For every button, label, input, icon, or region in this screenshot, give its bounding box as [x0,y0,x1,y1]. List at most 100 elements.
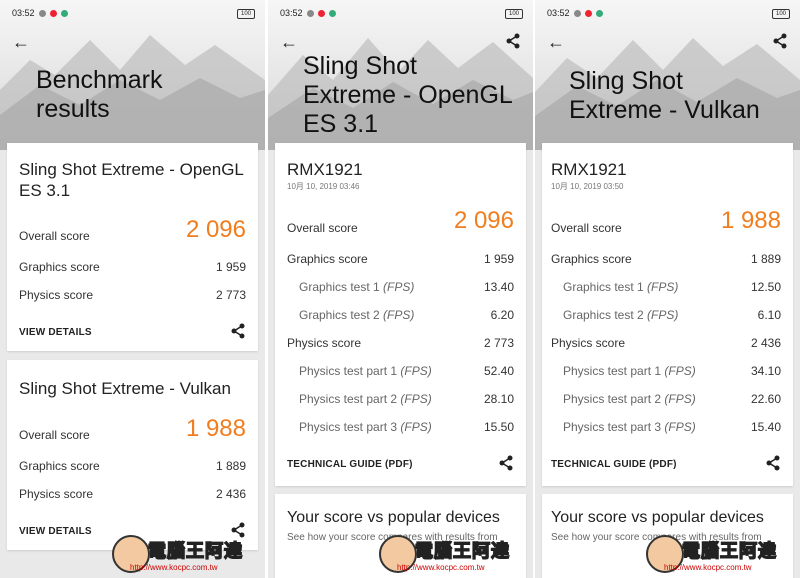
physics-test-3-label: Physics test part 3 (FPS) [563,420,696,434]
result-card-vulkan[interactable]: Sling Shot Extreme - Vulkan Overall scor… [7,360,258,550]
score-details-card: RMX1921 10月 10, 2019 03:46 Overall score… [275,143,526,486]
status-time: 03:52 [280,8,303,18]
view-details-link[interactable]: VIEW DETAILS [19,327,92,338]
popular-devices-title: Your score vs popular devices [287,509,500,526]
watermark-text: 電腦王阿達 [681,540,777,561]
overall-score-label: Overall score [19,229,90,243]
graphics-test-2-value: 6.10 [757,308,781,322]
physics-test-2-label: Physics test part 2 (FPS) [299,392,432,406]
page-title-line2: results [36,95,110,123]
graphics-score-value: 1 889 [750,252,781,266]
overall-score-value: 1 988 [185,415,246,442]
share-icon[interactable] [505,33,521,49]
notification-icon [49,9,57,17]
overall-score-label: Overall score [551,221,622,235]
card-title-line1: Sling Shot Extreme - OpenGL [19,160,244,179]
graphics-score-label: Graphics score [19,459,100,473]
graphics-test-2-label: Graphics test 2 (FPS) [299,308,415,322]
watermark-text: 電腦王阿達 [414,540,510,561]
watermark-url: http://www.kocpc.com.tw [664,563,752,572]
watermark-url: http://www.kocpc.com.tw [397,563,485,572]
play-icon [328,9,336,17]
page-title: Sling Shot Extreme - Vulkan [569,67,760,125]
wifi-icon [306,9,314,17]
graphics-score-value: 1 959 [215,260,246,274]
watermark-url: http://www.kocpc.com.tw [130,563,218,572]
wifi-icon [573,9,581,17]
share-icon[interactable] [772,33,788,49]
status-bar: 03:52 [547,8,603,18]
watermark: 電腦王阿達 http://www.kocpc.com.tw [646,535,796,575]
graphics-test-2-value: 6.20 [490,308,514,322]
technical-guide-link[interactable]: TECHNICAL GUIDE (PDF) [287,459,413,470]
view-details-link[interactable]: VIEW DETAILS [19,526,92,537]
page-title-line2: Extreme - Vulkan [569,96,760,124]
card-title-line2: ES 3.1 [19,181,71,200]
page-title: Benchmark results [36,66,162,124]
card-title: Sling Shot Extreme - OpenGL ES 3.1 [19,159,244,201]
watermark: 電腦王阿達 http://www.kocpc.com.tw [112,535,262,575]
physics-score-value: 2 436 [750,336,781,350]
share-icon[interactable] [230,323,246,339]
physics-test-1-label: Physics test part 1 (FPS) [563,364,696,378]
screen-vulkan-details: 03:52 100 ← Sling Shot Extreme - Vulkan … [535,0,800,578]
graphics-score-label: Graphics score [19,260,100,274]
notification-icon [584,9,592,17]
graphics-test-1-label: Graphics test 1 (FPS) [563,280,679,294]
overall-score-value: 2 096 [453,207,514,234]
screen-opengl-details: 03:52 100 ← Sling Shot Extreme - OpenGL … [268,0,533,578]
physics-test-1-label: Physics test part 1 (FPS) [299,364,432,378]
physics-test-2-value: 28.10 [483,392,514,406]
status-bar: 03:52 [12,8,68,18]
page-title-line2: Extreme - OpenGL [303,81,513,109]
graphics-test-2-label: Graphics test 2 (FPS) [563,308,679,322]
overall-score-value: 1 988 [720,207,781,234]
physics-test-2-value: 22.60 [750,392,781,406]
notification-icon [317,9,325,17]
overall-score-value: 2 096 [185,216,246,243]
graphics-score-value: 1 959 [483,252,514,266]
page-title-line1: Benchmark [36,66,163,94]
overall-score-label: Overall score [19,428,90,442]
back-arrow-icon[interactable]: ← [280,32,298,53]
physics-score-value: 2 773 [215,288,246,302]
play-icon [595,9,603,17]
technical-guide-link[interactable]: TECHNICAL GUIDE (PDF) [551,459,677,470]
back-arrow-icon[interactable]: ← [547,32,565,53]
overall-score-label: Overall score [287,221,358,235]
share-icon[interactable] [498,455,514,471]
physics-test-1-value: 34.10 [750,364,781,378]
physics-score-label: Physics score [19,288,94,302]
graphics-test-1-label: Graphics test 1 (FPS) [299,280,415,294]
battery-icon: 100 [772,9,790,19]
watermark-text: 電腦王阿達 [147,540,243,561]
share-icon[interactable] [765,455,781,471]
physics-score-label: Physics score [551,336,626,350]
physics-score-value: 2 436 [215,487,246,501]
physics-test-3-value: 15.50 [483,420,514,434]
play-icon [60,9,68,17]
page-title-line1: Sling Shot [303,52,417,80]
graphics-score-label: Graphics score [287,252,368,266]
physics-test-1-value: 52.40 [483,364,514,378]
physics-score-value: 2 773 [483,336,514,350]
status-bar: 03:52 [280,8,336,18]
device-name: RMX1921 [551,160,627,179]
page-title-line1: Sling Shot [569,67,683,95]
watermark: 電腦王阿達 http://www.kocpc.com.tw [379,535,529,575]
device-name: RMX1921 [287,160,363,179]
wifi-icon [38,9,46,17]
page-title: Sling Shot Extreme - OpenGL ES 3.1 [303,52,513,139]
physics-score-label: Physics score [287,336,362,350]
test-date: 10月 10, 2019 03:46 [287,182,360,191]
physics-test-3-label: Physics test part 3 (FPS) [299,420,432,434]
battery-icon: 100 [237,9,255,19]
graphics-test-1-value: 13.40 [483,280,514,294]
popular-devices-title: Your score vs popular devices [551,509,764,526]
graphics-score-value: 1 889 [215,459,246,473]
back-arrow-icon[interactable]: ← [12,32,30,53]
result-card-opengl[interactable]: Sling Shot Extreme - OpenGL ES 3.1 Overa… [7,143,258,351]
graphics-test-1-value: 12.50 [750,280,781,294]
page-title-line3: ES 3.1 [303,110,379,138]
status-time: 03:52 [12,8,35,18]
